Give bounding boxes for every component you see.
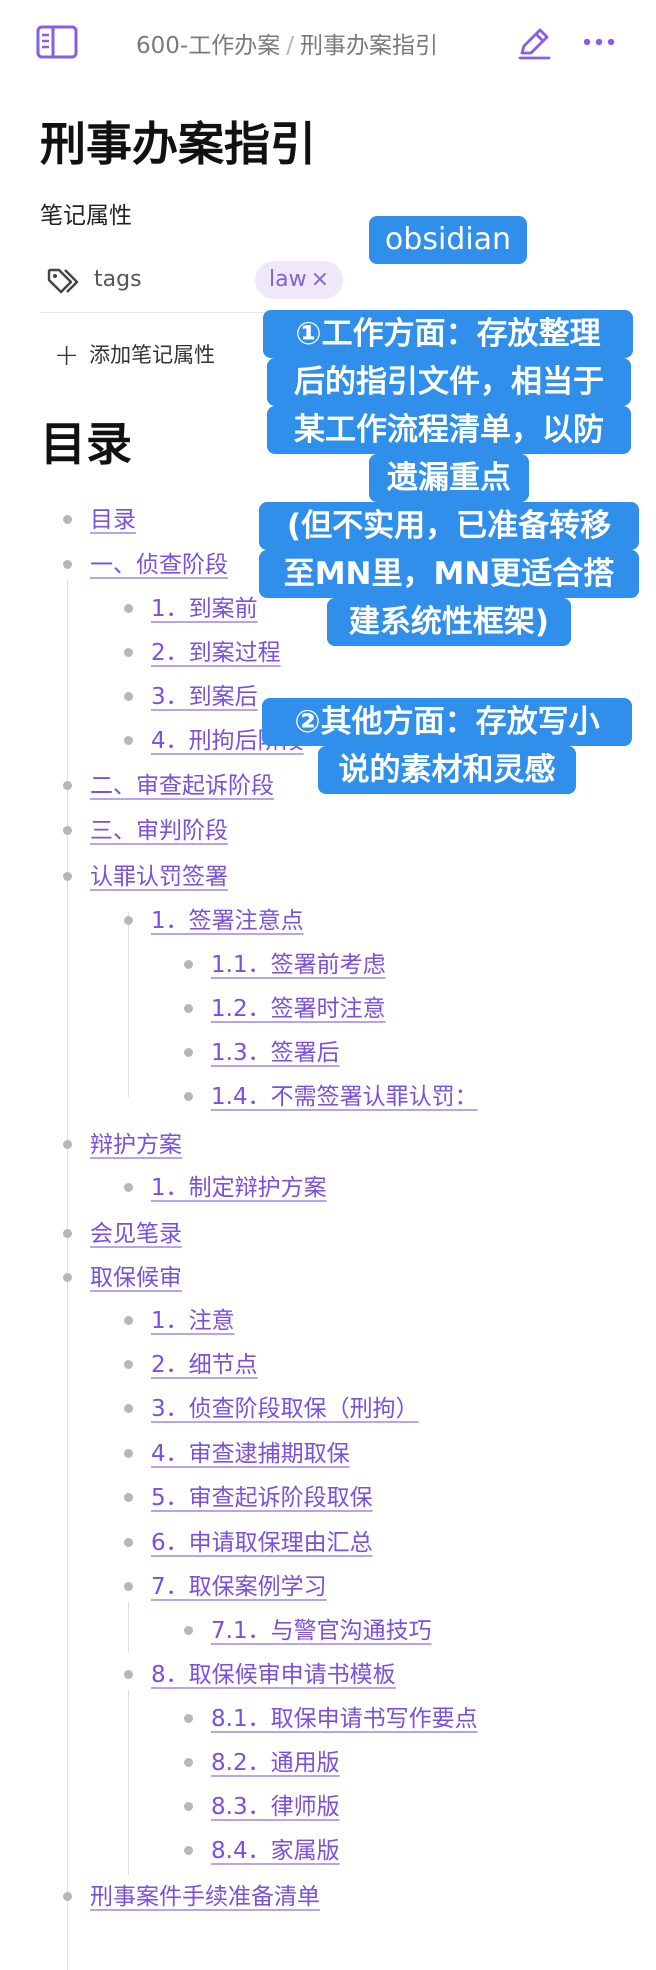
toc-link-24[interactable]: 7．取保案例学习	[151, 1567, 327, 1607]
callout-point-2: ②其他方面：存放写小 说的素材和灵感	[262, 698, 632, 794]
callout-line: ②其他方面：存放写小	[262, 698, 632, 746]
list-bullet	[63, 826, 72, 835]
list-bullet	[184, 1846, 193, 1855]
toc-link-17[interactable]: 取保候审	[90, 1258, 182, 1298]
list-bullet	[184, 1714, 193, 1723]
toc-link-22[interactable]: 5．审查起诉阶段取保	[151, 1478, 373, 1518]
toc-link-19[interactable]: 2．细节点	[151, 1345, 258, 1385]
list-bullet	[124, 736, 133, 745]
list-bullet	[63, 1273, 72, 1282]
toc-link-1[interactable]: 一、侦查阶段	[90, 545, 228, 585]
toc-link-7[interactable]: 三、审判阶段	[90, 811, 228, 851]
toc-list: 目录 一、侦查阶段 1．到案前 2．到案过程 3．到案后 4．刑拘后阶段 二、审…	[0, 0, 656, 1970]
list-bullet	[184, 1092, 193, 1101]
toc-link-20[interactable]: 3．侦查阶段取保（刑拘）	[151, 1389, 419, 1429]
indent-guide	[128, 912, 129, 1097]
callout-line: ①工作方面：存放整理	[263, 310, 633, 358]
toc-link-28[interactable]: 8.2．通用版	[211, 1743, 340, 1783]
indent-guide	[128, 1602, 129, 1652]
list-bullet	[124, 1404, 133, 1413]
toc-link-10[interactable]: 1.1．签署前考虑	[211, 945, 386, 985]
list-bullet	[184, 960, 193, 969]
toc-link-12[interactable]: 1.3．签署后	[211, 1033, 340, 1073]
toc-link-13[interactable]: 1.4．不需签署认罪认罚：	[211, 1077, 478, 1117]
list-bullet	[184, 1758, 193, 1767]
list-bullet	[63, 560, 72, 569]
callout-line: 遗漏重点	[369, 454, 529, 502]
callout-line: 至MN里，MN更适合搭	[259, 550, 639, 598]
toc-link-11[interactable]: 1.2．签署时注意	[211, 989, 386, 1029]
list-bullet	[124, 1316, 133, 1325]
callout-line: (但不实用，已准备转移	[259, 502, 639, 550]
list-bullet	[184, 1626, 193, 1635]
list-bullet	[63, 1229, 72, 1238]
callout-line: 后的指引文件，相当于	[267, 358, 631, 406]
toc-link-6[interactable]: 二、审查起诉阶段	[90, 766, 274, 806]
toc-link-4[interactable]: 3．到案后	[151, 677, 258, 717]
indent-guide	[128, 1690, 129, 1875]
toc-link-18[interactable]: 1．注意	[151, 1301, 235, 1341]
list-bullet	[124, 1449, 133, 1458]
list-bullet	[124, 1670, 133, 1679]
toc-link-8[interactable]: 认罪认罚签署	[90, 857, 228, 897]
list-bullet	[124, 1360, 133, 1369]
list-bullet	[124, 692, 133, 701]
toc-link-21[interactable]: 4．审查逮捕期取保	[151, 1434, 350, 1474]
list-bullet	[63, 781, 72, 790]
callout-line: 建系统性框架)	[327, 598, 571, 646]
toc-link-27[interactable]: 8.1．取保申请书写作要点	[211, 1699, 478, 1739]
list-bullet	[124, 1582, 133, 1591]
toc-link-16[interactable]: 会见笔录	[90, 1214, 182, 1254]
callout-line: 说的素材和灵感	[318, 746, 576, 794]
list-bullet	[63, 515, 72, 524]
toc-link-0[interactable]: 目录	[90, 500, 136, 540]
list-bullet	[124, 1538, 133, 1547]
toc-link-25[interactable]: 7.1．与警官沟通技巧	[211, 1611, 432, 1651]
toc-link-30[interactable]: 8.4．家属版	[211, 1831, 340, 1871]
toc-link-31[interactable]: 刑事案件手续准备清单	[90, 1877, 320, 1917]
callout-point-1: ①工作方面：存放整理 后的指引文件，相当于 某工作流程清单，以防 遗漏重点 (但…	[259, 310, 639, 646]
toc-link-9[interactable]: 1．签署注意点	[151, 901, 304, 941]
toc-link-29[interactable]: 8.3．律师版	[211, 1787, 340, 1827]
list-bullet	[63, 1140, 72, 1149]
toc-link-15[interactable]: 1．制定辩护方案	[151, 1168, 327, 1208]
list-bullet	[124, 604, 133, 613]
toc-link-23[interactable]: 6．申请取保理由汇总	[151, 1523, 373, 1563]
list-bullet	[63, 872, 72, 881]
list-bullet	[124, 916, 133, 925]
toc-link-2[interactable]: 1．到案前	[151, 589, 258, 629]
toc-link-26[interactable]: 8．取保候审申请书模板	[151, 1655, 396, 1695]
obsidian-badge: obsidian	[369, 216, 527, 264]
list-bullet	[184, 1004, 193, 1013]
list-bullet	[124, 648, 133, 657]
list-bullet	[184, 1048, 193, 1057]
list-bullet	[124, 1183, 133, 1192]
list-bullet	[184, 1802, 193, 1811]
list-bullet	[63, 1892, 72, 1901]
toc-link-14[interactable]: 辩护方案	[90, 1125, 182, 1165]
list-bullet	[124, 1493, 133, 1502]
callout-line: 某工作流程清单，以防	[267, 406, 631, 454]
